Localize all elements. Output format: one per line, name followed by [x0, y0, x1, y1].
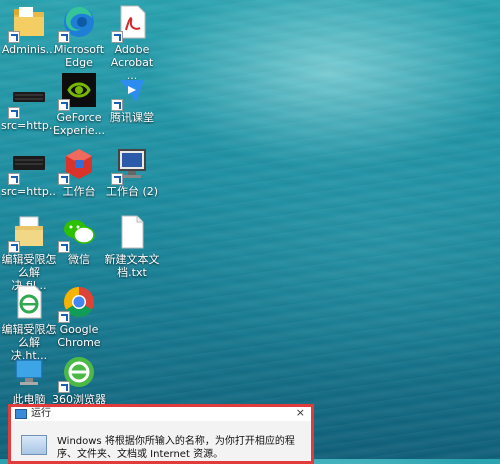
shortcut-arrow-icon: [8, 241, 20, 253]
wechat-icon: [58, 214, 97, 253]
shortcut-arrow-icon: [58, 311, 70, 323]
chrome-browser-icon: [58, 284, 97, 323]
ie-html-document-icon: [11, 284, 47, 320]
desktop-icon-browser360[interactable]: 360浏览器: [51, 354, 107, 406]
desktop-icon-chrome[interactable]: Google Chrome: [51, 284, 107, 349]
shortcut-arrow-icon: [58, 241, 70, 253]
shortcut-arrow-icon: [8, 173, 20, 185]
shortcut-arrow-icon: [58, 173, 70, 185]
shortcut-arrow-icon: [58, 381, 70, 393]
desktop-icon-edge[interactable]: Microsoft Edge: [51, 4, 107, 69]
desktop-icon-wechat[interactable]: 微信: [51, 214, 107, 266]
pdf-document-icon: [111, 4, 150, 43]
desktop-icon-workbench2[interactable]: 工作台 (2): [104, 146, 160, 198]
this-pc-icon: [11, 354, 47, 390]
desktop-icon-thispc[interactable]: 此电脑: [1, 354, 57, 406]
desktop-icon-label: 工作台: [62, 185, 96, 198]
run-dialog-body: Windows 将根据你所输入的名称，为你打开相应的程序、文件夹、文档或 Int…: [11, 421, 311, 461]
desktop-icon-label: src=http...: [1, 119, 57, 132]
desktop-icon-src1[interactable]: src=http...: [1, 80, 57, 132]
desktop-icon-src2[interactable]: src=http...: [1, 146, 57, 198]
close-icon[interactable]: ×: [296, 406, 305, 419]
desktop-icon-label: src=http...: [1, 185, 57, 198]
desktop-icon-label: 工作台 (2): [105, 185, 159, 198]
shortcut-arrow-icon: [8, 31, 20, 43]
keyboard-image-icon: [8, 146, 47, 185]
workbench-app-icon: [58, 146, 97, 185]
keyboard-image-icon: [8, 80, 47, 119]
browser-360-icon: [58, 354, 97, 393]
desktop-icon-label: Adminis...: [1, 43, 57, 56]
desktop-icon-geforce[interactable]: GeForce Experie...: [51, 72, 107, 137]
nvidia-geforce-icon: [58, 72, 97, 111]
tencent-classroom-icon: [111, 72, 150, 111]
shortcut-arrow-icon: [111, 99, 123, 111]
desktop-icon-label: GeForce Experie...: [52, 111, 106, 137]
desktop-icon-label: 腾讯课堂: [110, 111, 154, 124]
run-window-icon: [21, 435, 47, 455]
user-folder-icon: [8, 4, 47, 43]
shortcut-arrow-icon: [58, 31, 70, 43]
shortcut-arrow-icon: [111, 31, 123, 43]
desktop-icon-label: Microsoft Edge: [53, 43, 105, 69]
shortcut-arrow-icon: [58, 99, 70, 111]
desktop-icon-newtxt[interactable]: 新建文本文档.txt: [104, 214, 160, 279]
desktop-icon-acrobat[interactable]: Adobe Acrobat ...: [104, 4, 160, 82]
run-app-icon: [15, 409, 27, 419]
text-document-icon: [114, 214, 150, 250]
run-dialog: 运行 × Windows 将根据你所输入的名称，为你打开相应的程序、文件夹、文档…: [8, 404, 314, 464]
desktop-icon-label: Google Chrome: [57, 323, 101, 349]
desktop-icon-edit-folder[interactable]: 编辑受限怎么解决.fil...: [1, 214, 57, 292]
run-dialog-title: 运行: [31, 408, 51, 419]
desktop-icon-label: 新建文本文档.txt: [104, 253, 160, 279]
folder-files-icon: [8, 214, 47, 253]
desktop-icon-workbench[interactable]: 工作台: [51, 146, 107, 198]
shortcut-arrow-icon: [111, 173, 123, 185]
desktop-icon-admin[interactable]: Adminis...: [1, 4, 57, 56]
shortcut-arrow-icon: [8, 107, 20, 119]
desktop-icon-edit-html[interactable]: 编辑受限怎么解决.ht...: [1, 284, 57, 362]
edge-browser-icon: [58, 4, 97, 43]
monitor-app-icon: [111, 146, 150, 185]
desktop-icon-tencent[interactable]: 腾讯课堂: [104, 72, 160, 124]
run-dialog-titlebar[interactable]: 运行 ×: [11, 406, 311, 421]
run-dialog-description: Windows 将根据你所输入的名称，为你打开相应的程序、文件夹、文档或 Int…: [57, 436, 295, 460]
desktop-icon-label: 微信: [68, 253, 90, 266]
